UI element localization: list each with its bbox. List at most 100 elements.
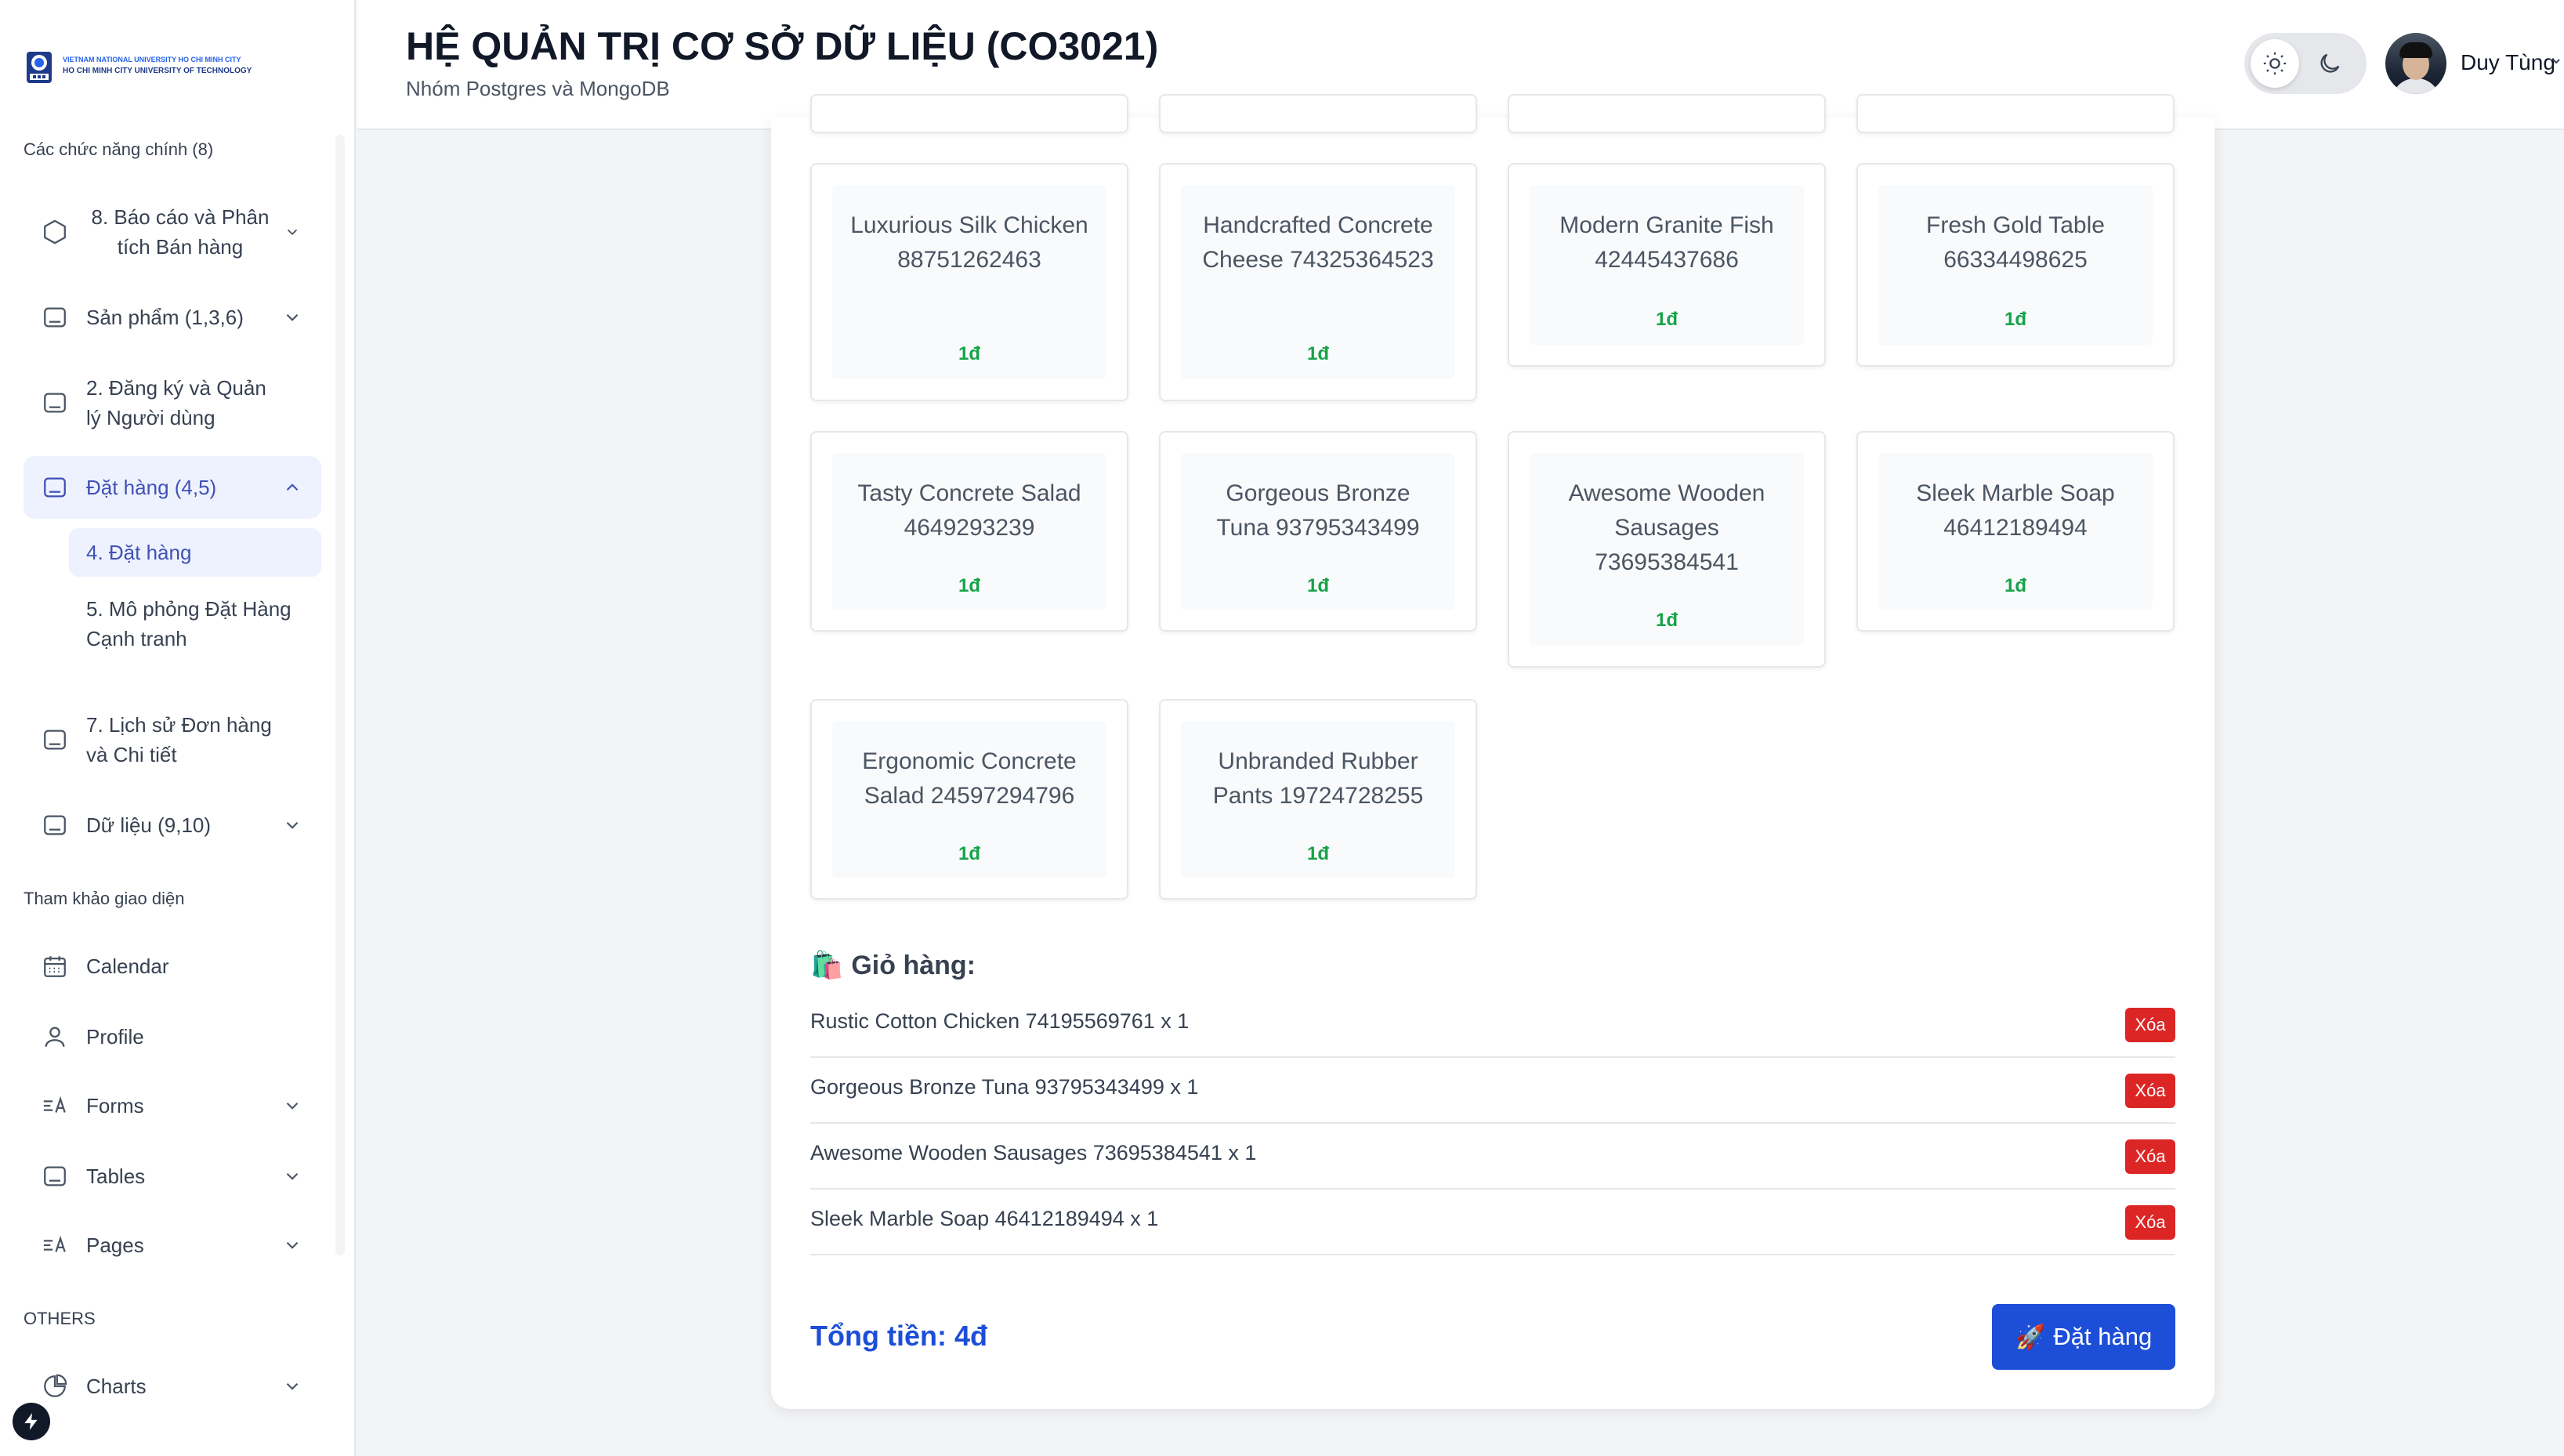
sidebar-item-label: Dữ liệu (9,10) — [86, 813, 212, 837]
chevron-down-icon — [281, 1164, 304, 1188]
table-icon — [41, 1162, 69, 1190]
chevron-down-icon — [281, 1375, 304, 1398]
remove-item-button[interactable]: Xóa — [2125, 1074, 2175, 1108]
cart-item: Sleek Marble Soap 46412189494 x 1 Xóa — [810, 1190, 2175, 1255]
cart-item: Rustic Cotton Chicken 74195569761 x 1 Xó… — [810, 992, 2175, 1058]
pages-icon — [41, 1231, 69, 1259]
product-card-partial[interactable] — [1508, 94, 1826, 133]
remove-item-button[interactable]: Xóa — [2125, 1205, 2175, 1240]
cart-item-text: Gorgeous Bronze Tuna 93795343499 x 1 — [810, 1075, 1199, 1099]
cart-title: 🛍️ Giỏ hàng: — [810, 950, 976, 981]
product-card[interactable]: Modern Granite Fish 42445437686 1đ — [1508, 163, 1826, 367]
sidebar-item-profile[interactable]: Profile — [24, 1017, 321, 1056]
theme-toggle[interactable] — [2244, 33, 2367, 94]
sidebar-item-products[interactable]: Sản phẩm (1,3,6) — [24, 298, 321, 337]
sidebar-item-label: 2. Đăng ký và Quản lý Người dùng — [86, 376, 266, 429]
chevron-up-icon — [281, 476, 304, 499]
product-card[interactable]: Handcrafted Concrete Cheese 74325364523 … — [1159, 163, 1477, 401]
cart-item-text: Awesome Wooden Sausages 73695384541 x 1 — [810, 1141, 1257, 1164]
product-name: Modern Granite Fish 42445437686 — [1559, 212, 1774, 273]
sidebar-item-label: Pages — [86, 1233, 144, 1257]
sidebar-item-label: Forms — [86, 1094, 144, 1117]
sidebar-item-user-management[interactable]: 2. Đăng ký và Quản lý Người dùng — [24, 370, 321, 436]
rocket-icon: 🚀 — [2015, 1323, 2046, 1351]
product-card[interactable]: Fresh Gold Table 66334498625 1đ — [1856, 163, 2175, 367]
logo-line-1: VIETNAM NATIONAL UNIVERSITY HO CHI MINH … — [63, 55, 241, 63]
pie-chart-icon — [41, 1372, 69, 1400]
cart-title-label: Giỏ hàng: — [851, 950, 976, 980]
sidebar-item-data[interactable]: Dữ liệu (9,10) — [24, 806, 321, 845]
chevron-down-icon — [281, 220, 304, 244]
product-price: 1đ — [1306, 843, 1329, 864]
quick-action-button[interactable] — [13, 1403, 50, 1440]
product-card[interactable]: Awesome Wooden Sausages 73695384541 1đ — [1508, 431, 1826, 668]
sidebar-item-orders[interactable]: Đặt hàng (4,5) — [24, 456, 321, 519]
cart-total: Tổng tiền: 4đ — [810, 1320, 987, 1352]
chevron-down-icon — [281, 1094, 304, 1117]
sidebar-item-label: Profile — [86, 1025, 144, 1049]
product-name: Awesome Wooden Sausages 73695384541 — [1568, 480, 1765, 575]
table-icon — [41, 811, 69, 839]
logo-line-2: HO CHI MINH CITY UNIVERSITY OF TECHNOLOG… — [63, 66, 252, 75]
user-name[interactable]: Duy Tùng — [2461, 50, 2555, 75]
product-price: 1đ — [1306, 575, 1329, 596]
sidebar-item-label: 7. Lịch sử Đơn hàng và Chi tiết — [86, 713, 272, 766]
sidebar-item-pages[interactable]: Pages — [24, 1226, 321, 1265]
cart-item: Awesome Wooden Sausages 73695384541 x 1 … — [810, 1124, 2175, 1190]
table-icon — [41, 389, 69, 417]
sidebar-item-label: Đặt hàng (4,5) — [86, 476, 217, 499]
hcmut-logo-icon — [27, 52, 52, 83]
product-card-partial[interactable] — [810, 94, 1128, 133]
product-card-partial[interactable] — [1159, 94, 1477, 133]
chevron-down-icon — [281, 306, 304, 329]
moon-icon — [2320, 53, 2340, 73]
section-others-label: OTHERS — [24, 1309, 96, 1328]
page-subtitle: Nhóm Postgres và MongoDB — [406, 77, 670, 100]
product-name: Luxurious Silk Chicken 88751262463 — [850, 212, 1088, 273]
sidebar-item-label: Tables — [86, 1164, 146, 1188]
sidebar-item-sales-report[interactable]: 8. Báo cáo và Phân tích Bán hàng — [24, 197, 321, 266]
dark-mode-button[interactable] — [2313, 47, 2346, 80]
product-card[interactable]: Sleek Marble Soap 46412189494 1đ — [1856, 431, 2175, 632]
product-price: 1đ — [1655, 309, 1678, 330]
product-card[interactable]: Tasty Concrete Salad 4649293239 1đ — [810, 431, 1128, 632]
bolt-icon — [24, 1413, 38, 1430]
sidebar-item-label: Charts — [86, 1375, 147, 1398]
user-icon — [41, 1023, 69, 1051]
chevron-down-icon[interactable] — [2550, 55, 2562, 67]
remove-item-button[interactable]: Xóa — [2125, 1139, 2175, 1174]
sun-icon — [2263, 52, 2287, 75]
product-price: 1đ — [958, 843, 980, 864]
product-price: 1đ — [958, 343, 980, 364]
product-card[interactable]: Gorgeous Bronze Tuna 93795343499 1đ — [1159, 431, 1477, 632]
section-main-label: Các chức năng chính (8) — [24, 139, 214, 159]
sidebar-item-label: 8. Báo cáo và Phân tích Bán hàng — [91, 205, 270, 259]
sidebar-item-charts[interactable]: Charts — [24, 1367, 321, 1406]
product-card[interactable]: Ergonomic Concrete Salad 24597294796 1đ — [810, 699, 1128, 900]
chevron-down-icon — [281, 1233, 304, 1257]
forms-icon — [41, 1092, 69, 1120]
university-logo[interactable]: VIETNAM NATIONAL UNIVERSITY HO CHI MINH … — [22, 44, 252, 86]
light-mode-button[interactable] — [2251, 39, 2299, 88]
sidebar-scrollbar[interactable] — [335, 135, 345, 1255]
product-price: 1đ — [1306, 343, 1329, 364]
chevron-down-icon — [281, 813, 304, 837]
box-icon — [41, 218, 69, 246]
sidebar-subitem-concurrent-order-simulation[interactable]: 5. Mô phỏng Đặt Hàng Cạnh tranh — [69, 594, 321, 657]
sidebar-item-tables[interactable]: Tables — [24, 1157, 321, 1196]
page-title: HỆ QUẢN TRỊ CƠ SỞ DỮ LIỆU (CO3021) — [406, 24, 1159, 68]
table-icon — [41, 303, 69, 331]
product-card-partial[interactable] — [1856, 94, 2175, 133]
table-icon — [41, 726, 69, 754]
place-order-button[interactable]: 🚀 Đặt hàng — [1992, 1304, 2175, 1370]
product-name: Fresh Gold Table 66334498625 — [1926, 212, 2105, 273]
sidebar-subitem-place-order[interactable]: 4. Đặt hàng — [69, 528, 321, 577]
sidebar-item-order-history[interactable]: 7. Lịch sử Đơn hàng và Chi tiết — [24, 707, 321, 773]
remove-item-button[interactable]: Xóa — [2125, 1008, 2175, 1042]
avatar[interactable] — [2385, 33, 2446, 94]
product-card[interactable]: Luxurious Silk Chicken 88751262463 1đ — [810, 163, 1128, 401]
product-name: Tasty Concrete Salad 4649293239 — [857, 480, 1081, 541]
sidebar-item-calendar[interactable]: Calendar — [24, 947, 321, 986]
sidebar-item-forms[interactable]: Forms — [24, 1086, 321, 1125]
product-card[interactable]: Unbranded Rubber Pants 19724728255 1đ — [1159, 699, 1477, 900]
